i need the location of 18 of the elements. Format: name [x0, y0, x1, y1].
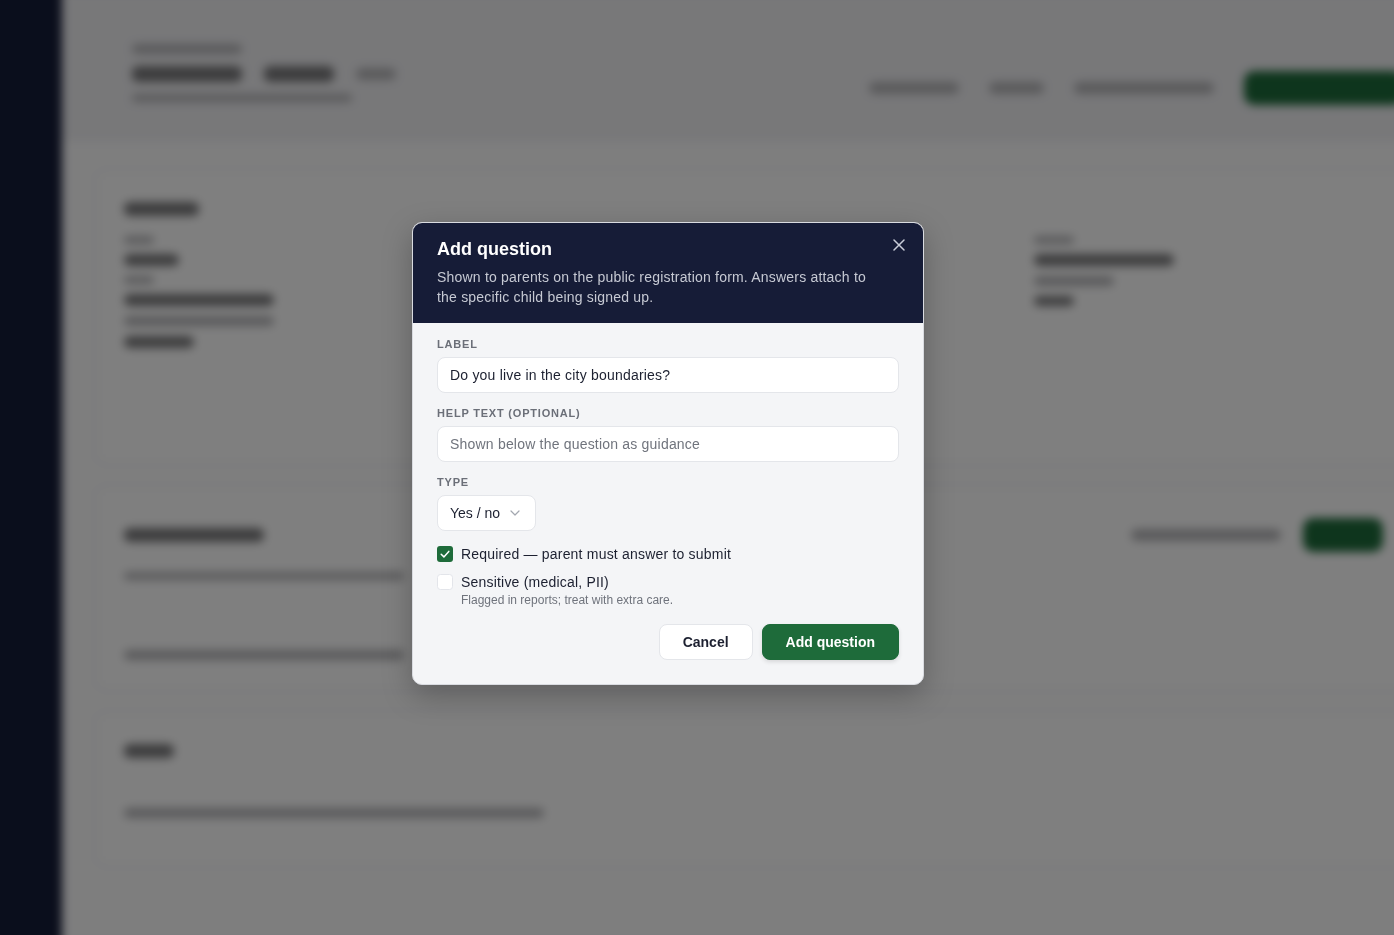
dialog-title: Add question	[437, 238, 553, 261]
close-icon	[893, 239, 905, 251]
checkbox-label[interactable]: Sensitive (medical, PII)	[461, 573, 674, 591]
checkbox-label[interactable]: Required — parent must answer to submit	[461, 545, 732, 563]
chevron-down-icon	[510, 510, 521, 516]
type-select[interactable]: Yes / no	[437, 495, 537, 531]
checkbox[interactable]	[437, 574, 453, 590]
field-label: LABEL	[437, 337, 478, 351]
text-input[interactable]: Shown below the question as guidance	[437, 426, 899, 462]
cancel-button[interactable]: Cancel	[658, 624, 753, 660]
text-input[interactable]: Do you live in the city boundaries?	[437, 357, 899, 393]
dialog-description: Shown to parents on the public registration form. Answers attach to the specific child being signed up.	[437, 268, 867, 307]
field-label: HELP TEXT (OPTIONAL)	[437, 406, 581, 420]
checkbox-hint: Flagged in reports; treat with extra care.	[461, 593, 674, 608]
field-label: TYPE	[437, 475, 469, 489]
add-question-button[interactable]: Add question	[761, 624, 899, 660]
close-button[interactable]	[891, 237, 907, 253]
checkbox[interactable]	[437, 546, 453, 562]
